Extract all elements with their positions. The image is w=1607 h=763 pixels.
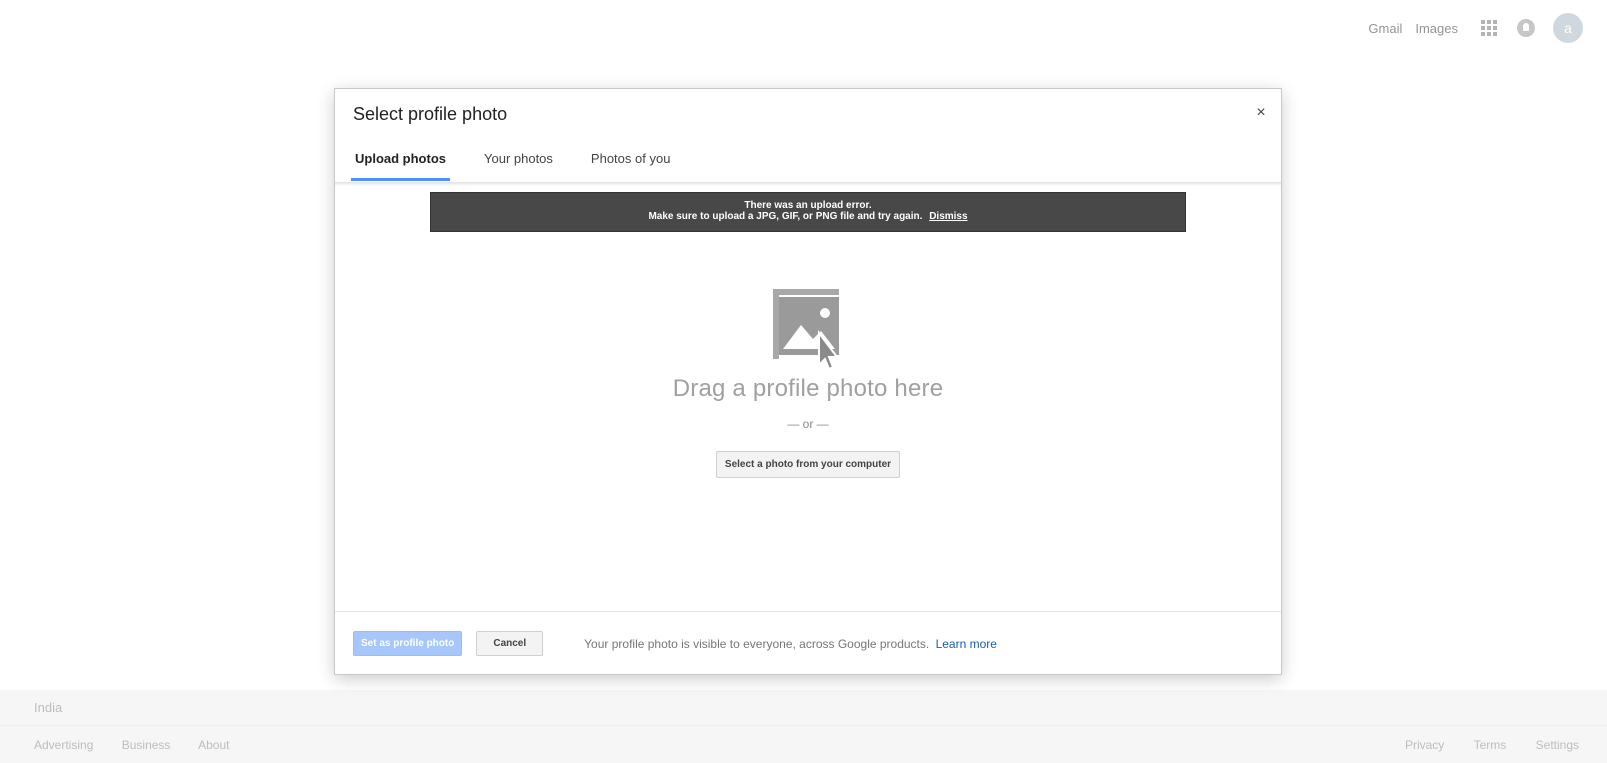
error-title: There was an upload error. [744, 200, 872, 211]
upload-error-banner: There was an upload error. Make sure to … [430, 192, 1186, 232]
set-profile-photo-button[interactable]: Set as profile photo [353, 631, 463, 656]
photo-drag-icon [773, 289, 839, 369]
dialog-title: Select profile photo [353, 104, 508, 124]
drop-text: Drag a profile photo here [672, 375, 944, 402]
or-separator: — or — [787, 417, 829, 431]
learn-more-link[interactable]: Learn more [936, 637, 997, 651]
modal-overlay: Select profile photo × Upload photos You… [0, 0, 1607, 763]
tab-photos-of-you[interactable]: Photos of you [587, 137, 675, 181]
close-icon[interactable]: × [1251, 103, 1271, 123]
dialog-footer: Set as profile photo Cancel Your profile… [335, 611, 1281, 675]
cancel-button[interactable]: Cancel [476, 631, 544, 656]
dialog-tabs: Upload photos Your photos Photos of you [335, 137, 1281, 183]
visibility-note-text: Your profile photo is visible to everyon… [584, 636, 930, 651]
select-profile-photo-dialog: Select profile photo × Upload photos You… [334, 88, 1282, 675]
tabs-divider [335, 183, 1281, 186]
error-message: Make sure to upload a JPG, GIF, or PNG f… [648, 211, 923, 222]
photo-drop-zone[interactable]: Drag a profile photo here — or — Select … [335, 289, 1281, 478]
tab-your-photos[interactable]: Your photos [480, 137, 557, 181]
dismiss-link[interactable]: Dismiss [929, 211, 967, 222]
select-photo-button[interactable]: Select a photo from your computer [715, 451, 901, 478]
visibility-note: Your profile photo is visible to everyon… [584, 637, 997, 651]
tab-upload-photos[interactable]: Upload photos [351, 137, 450, 181]
